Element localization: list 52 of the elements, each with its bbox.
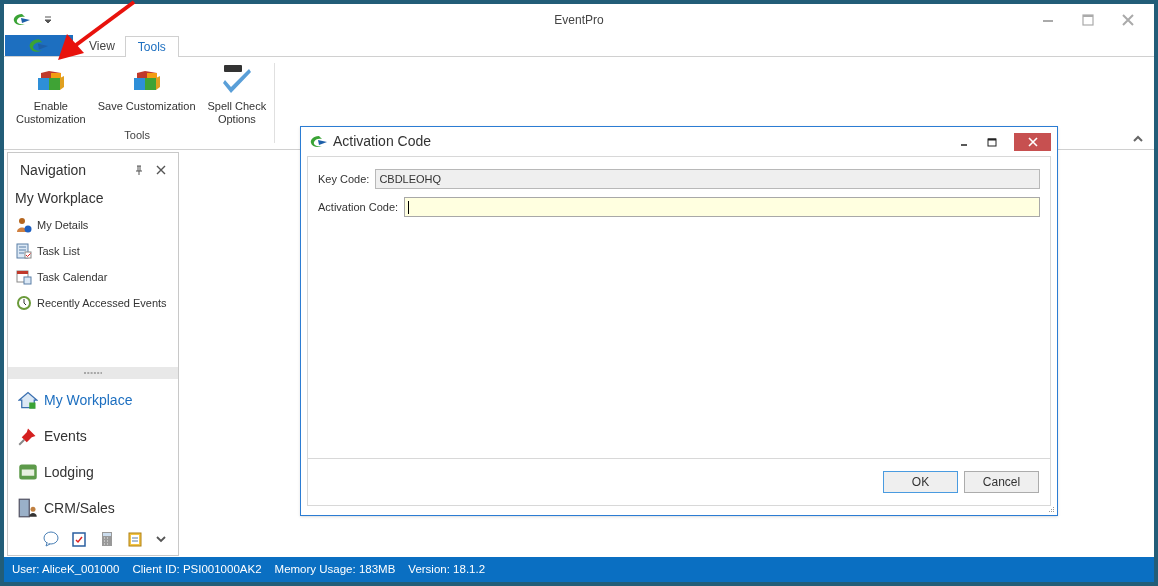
panel-title: Navigation: [20, 160, 87, 180]
ribbon-tab[interactable]: Tools: [124, 36, 179, 57]
ribbon-group-label: Tools: [124, 127, 150, 143]
person-icon: [16, 217, 32, 233]
navigation-item[interactable]: Recently Accessed Events: [16, 294, 170, 312]
close-button[interactable]: [1014, 132, 1051, 151]
text-cursor: [408, 200, 410, 214]
house-icon: [18, 390, 38, 410]
status-text: Memory Usage: 183MB: [274, 561, 396, 577]
speech-bubble-icon[interactable]: [43, 531, 59, 547]
quick-access-dropdown-icon[interactable]: [44, 16, 52, 24]
splitter-handle[interactable]: [8, 367, 178, 379]
status-text: User: AliceK_001000: [12, 561, 120, 577]
maximize-icon[interactable]: [986, 135, 998, 148]
module-item[interactable]: My Workplace: [18, 388, 168, 412]
calculator-icon[interactable]: [99, 531, 115, 547]
window-title: EventPro: [554, 12, 604, 29]
pin-icon[interactable]: [134, 165, 144, 175]
ribbon-button[interactable]: Enable Customization: [12, 63, 90, 126]
status-text: Version: 18.1.2: [408, 561, 486, 577]
section-title: My Workplace: [14, 189, 105, 208]
spellcheck-icon: [220, 63, 253, 95]
key-code-field: CBDLEOHQ: [375, 169, 1040, 189]
clock-icon: [16, 295, 32, 311]
module-item[interactable]: CRM/Sales: [18, 496, 168, 520]
field-label: Key Code:: [318, 171, 370, 187]
pushpin-icon: [18, 426, 38, 446]
navigation-item[interactable]: Task List: [16, 242, 170, 260]
field-label: Activation Code:: [318, 199, 399, 215]
status-text: Client ID: PSI001000AK2: [132, 561, 262, 577]
app-logo-icon: [12, 12, 32, 28]
calendar-icon: [16, 269, 32, 285]
ribbon-button[interactable]: Spell Check Options: [203, 63, 271, 126]
notepad-icon[interactable]: [127, 531, 143, 547]
dialog-title: Activation Code: [333, 132, 432, 151]
dialog-button[interactable]: Cancel: [964, 471, 1039, 493]
module-item[interactable]: Lodging: [18, 460, 168, 484]
close-icon: [1027, 136, 1038, 147]
app-logo-icon: [309, 133, 329, 150]
ribbon-button[interactable]: Save Customization: [93, 63, 200, 113]
dialog-button[interactable]: OK: [883, 471, 958, 493]
chevron-down-icon[interactable]: [155, 533, 167, 545]
navigation-item[interactable]: Task Calendar: [16, 268, 170, 286]
resize-grip-icon[interactable]: [1047, 506, 1055, 514]
module-item[interactable]: Events: [18, 424, 168, 448]
clipboard-check-icon[interactable]: [71, 531, 87, 547]
office-person-icon: [18, 498, 38, 518]
ribbon-tab[interactable]: View: [85, 35, 119, 56]
activation-code-field[interactable]: [404, 197, 1040, 217]
navigation-item[interactable]: My Details: [16, 216, 170, 234]
close-icon[interactable]: [156, 165, 166, 175]
document-icon: [16, 243, 32, 259]
